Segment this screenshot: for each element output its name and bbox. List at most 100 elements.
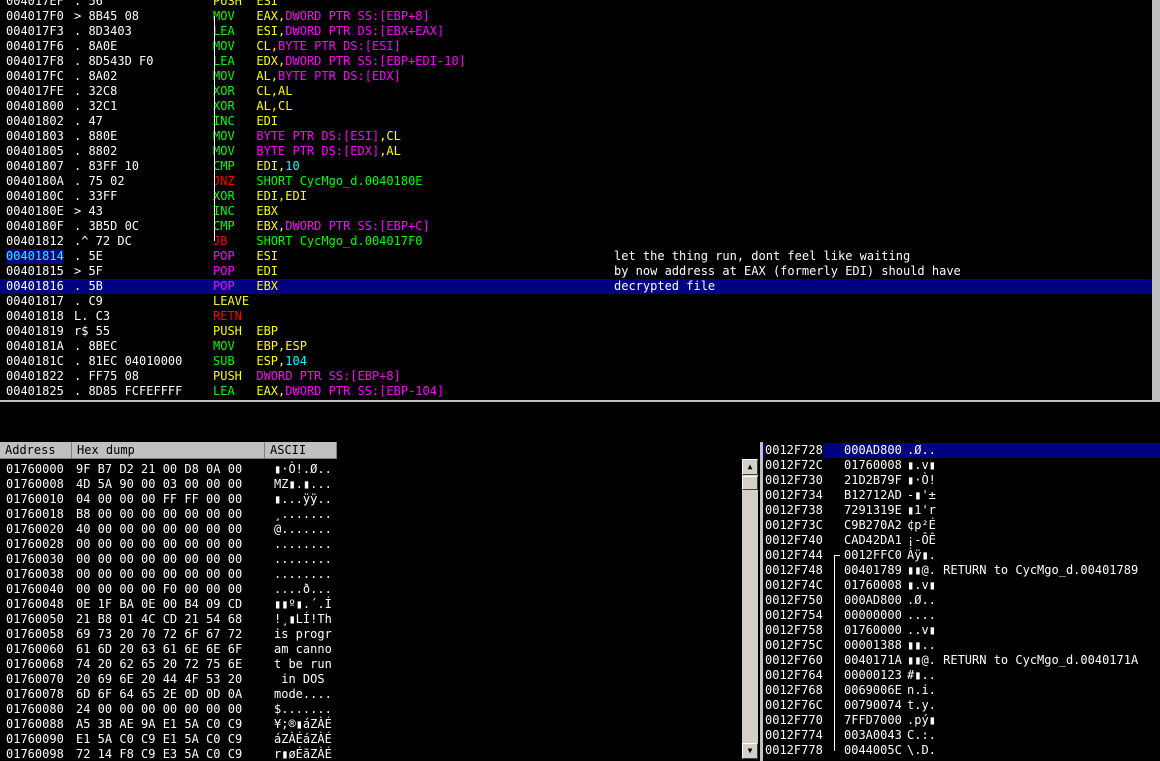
disasm-operands: EBX,DWORD PTR SS:[EBP+C]: [256, 219, 429, 233]
disasm-row[interactable]: 00401817 . C9 LEAVE: [0, 294, 1160, 309]
stack-row[interactable]: 0012F758 01760000 ..v▮: [763, 623, 1160, 638]
disasm-operands: EDI: [256, 264, 278, 278]
disasm-address: 00401825: [6, 384, 64, 398]
dump-address: 01760018: [6, 507, 64, 521]
stack-row[interactable]: 0012F768 0069006E n.i.: [763, 683, 1160, 698]
stack-comment: ..v▮: [907, 623, 936, 637]
dump-address: 01760068: [6, 657, 64, 671]
stack-row[interactable]: 0012F740 CAD42DA1 ¡-ÔÊ: [763, 533, 1160, 548]
disasm-row[interactable]: 004017F0 > 8B45 08 MOV EAX,DWORD PTR SS:[E…: [0, 9, 1160, 24]
cpu-disassembly-pane[interactable]: 004017EF . 56 PUSH ESI 004017F0 > 8B45 08 MOV…: [0, 0, 1160, 400]
dump-ascii: ▮▮º▮.´.Í: [274, 597, 332, 611]
stack-row[interactable]: 0012F730 21D2B79F ▮·Ò!: [763, 473, 1160, 488]
dump-address-header[interactable]: Address: [0, 442, 72, 459]
disasm-mnemonic: CMP: [213, 219, 257, 233]
scroll-down-button[interactable]: ▼: [742, 743, 758, 759]
dump-ascii: ¥;®▮áZÀÉ: [274, 717, 332, 731]
disasm-row[interactable]: 0040181A . 8BEC MOV EBP,ESP: [0, 339, 1160, 354]
stack-value: 000AD800: [844, 443, 902, 457]
stack-row[interactable]: 0012F72C 01760008 ▮.v▮: [763, 458, 1160, 473]
dump-hex: 20 69 6E 20 44 4F 53 20: [76, 672, 243, 686]
disasm-row[interactable]: 00401805 . 8802 MOV BYTE PTR DS:[EDX],AL: [0, 144, 1160, 159]
stack-comment: ▮.v▮: [907, 578, 936, 592]
disasm-instruction: LEA EAX,DWORD PTR SS:[EBP-104]: [213, 384, 444, 399]
disasm-row[interactable]: 004017FC . 8A02 MOV AL,BYTE PTR DS:[EDX]: [0, 69, 1160, 84]
stack-row[interactable]: 0012F754 00000000....: [763, 608, 1160, 623]
stack-row[interactable]: 0012F76C 00790074 t.y.: [763, 698, 1160, 713]
dump-hex: 74 20 62 65 20 72 75 6E: [76, 657, 243, 671]
disasm-row[interactable]: 0040180A . 75 02 JNZ SHORT CycMgo_d.004018…: [0, 174, 1160, 189]
stack-row[interactable]: 0012F744 0012FFC0 Àÿ▮.: [763, 548, 1160, 563]
dump-ascii-header[interactable]: ASCII: [265, 442, 337, 459]
stack-pane[interactable]: 0012F728 000AD800 .Ø.. 0012F72C 01760008 ▮.v▮…: [763, 442, 1160, 761]
stack-comment: ▮▮@. RETURN to CycMgo_d.00401789: [907, 563, 1139, 577]
disasm-mnemonic: MOV: [213, 9, 257, 23]
disasm-row[interactable]: 00401807 . 83FF 10 CMP EDI,10: [0, 159, 1160, 174]
disasm-row[interactable]: 00401822 . FF75 08 PUSH DWORD PTR SS:[EBP+…: [0, 369, 1160, 384]
disasm-row[interactable]: 0040180C . 33FF XOR EDI,EDI: [0, 189, 1160, 204]
dump-ascii: am canno: [274, 642, 332, 656]
memory-dump-pane[interactable]: Address Hex dump ASCII 01760000 9F B7 D2 …: [0, 442, 760, 761]
stack-row[interactable]: 0012F770 7FFD7000 .pý▮: [763, 713, 1160, 728]
disasm-instruction: PUSH DWORD PTR SS:[EBP+8]: [213, 369, 401, 384]
disasm-row[interactable]: 00401814 . 5E POP ESI let the thing run, do…: [0, 249, 1160, 264]
disasm-bytes: . 880E: [74, 129, 118, 143]
stack-row[interactable]: 0012F728 000AD800 .Ø..: [763, 443, 1160, 458]
disasm-bytes: . 8BEC: [74, 339, 118, 353]
stack-address: 0012F744: [765, 548, 823, 562]
disasm-row[interactable]: 00401818 L. C3 RETN: [0, 309, 1160, 324]
dump-scrollbar[interactable]: ▲ ▼: [742, 459, 758, 759]
stack-row[interactable]: 0012F75C 00001388 ▮▮..: [763, 638, 1160, 653]
stack-value: 0012FFC0: [844, 548, 902, 562]
stack-row[interactable]: 0012F738 7291319E ▮1'r: [763, 503, 1160, 518]
stack-row[interactable]: 0012F750 000AD800 .Ø..: [763, 593, 1160, 608]
stack-comment: -▮'±: [907, 488, 936, 502]
stack-row[interactable]: 0012F748 00401789 ▮▮@. RETURN to CycMgo_d.…: [763, 563, 1160, 578]
scroll-up-button[interactable]: ▲: [742, 459, 758, 475]
disasm-row[interactable]: 00401800 . 32C1 XOR AL,CL: [0, 99, 1160, 114]
stack-address: 0012F748: [765, 563, 823, 577]
stack-row[interactable]: 0012F774 003A0043 C.:.: [763, 728, 1160, 743]
disasm-row[interactable]: 00401802 . 47 INC EDI: [0, 114, 1160, 129]
operand-part: ,AL: [379, 144, 401, 158]
disasm-address: 00401802: [6, 114, 64, 128]
disasm-operands: ESI,DWORD PTR DS:[EBX+EAX]: [256, 24, 444, 38]
disasm-row[interactable]: 0040180F . 3B5D 0C CMP EBX,DWORD PTR SS:[E…: [0, 219, 1160, 234]
disasm-row[interactable]: 0040180E > 43 INC EBX: [0, 204, 1160, 219]
disasm-row[interactable]: 00401803 . 880E MOV BYTE PTR DS:[ESI],CL: [0, 129, 1160, 144]
stack-address: 0012F754: [765, 608, 823, 622]
dump-hex-header[interactable]: Hex dump: [72, 442, 265, 459]
disasm-row[interactable]: 004017F8 . 8D543D F0 LEA EDX,DWORD PTR SS:…: [0, 54, 1160, 69]
disasm-row[interactable]: 004017EF . 56 PUSH ESI: [0, 0, 1160, 9]
dump-ascii: is progr: [274, 627, 332, 641]
stack-row[interactable]: 0012F778 0044005C \.D.: [763, 743, 1160, 758]
disasm-row[interactable]: 004017F6 . 8A0E MOV CL,BYTE PTR DS:[ESI]: [0, 39, 1160, 54]
disasm-row[interactable]: 004017F3 . 8D3403 LEA ESI,DWORD PTR DS:[EB…: [0, 24, 1160, 39]
dump-hex: 21 B8 01 4C CD 21 54 68: [76, 612, 243, 626]
dump-address: 01760000: [6, 462, 64, 476]
disasm-address: 00401822: [6, 369, 64, 383]
disasm-row[interactable]: 00401815 > 5F POP EDI by now address at EAX…: [0, 264, 1160, 279]
disasm-mnemonic: PUSH: [213, 369, 257, 383]
disasm-row[interactable]: 00401812 .^ 72 DC JB SHORT CycMgo_d.004017…: [0, 234, 1160, 249]
stack-row[interactable]: 0012F734 B12712AD -▮'±: [763, 488, 1160, 503]
cpu-scrollbar[interactable]: [1152, 0, 1160, 400]
dump-address: 01760040: [6, 582, 64, 596]
stack-row[interactable]: 0012F764 00000123 #▮..: [763, 668, 1160, 683]
disasm-row[interactable]: 00401819 r$ 55 PUSH EBP: [0, 324, 1160, 339]
scroll-thumb[interactable]: [742, 476, 758, 490]
disasm-row[interactable]: 004017FE . 32C8 XOR CL,AL: [0, 84, 1160, 99]
stack-row[interactable]: 0012F73C C9B270A2 ¢p²É: [763, 518, 1160, 533]
disasm-row[interactable]: 00401816 . 5B POP EBX decrypted file: [0, 279, 1160, 294]
operand-part: BYTE PTR DS:[EDX]: [278, 69, 401, 83]
disasm-instruction: MOV EBP,ESP: [213, 339, 307, 354]
disasm-operands: EDI: [256, 114, 278, 128]
stack-row[interactable]: 0012F74C 01760008 ▮.v▮: [763, 578, 1160, 593]
disasm-row[interactable]: 0040181C . 81EC 04010000 SUB ESP,104: [0, 354, 1160, 369]
disasm-row[interactable]: 00401825 . 8D85 FCFEFFFF LEA EAX,DWORD PTR…: [0, 384, 1160, 399]
dump-ascii: ........: [274, 552, 332, 566]
stack-row[interactable]: 0012F760 0040171A ▮▮@. RETURN to CycMgo_d.…: [763, 653, 1160, 668]
disasm-instruction: CMP EBX,DWORD PTR SS:[EBP+C]: [213, 219, 430, 234]
disasm-operands: DWORD PTR SS:[EBP+8]: [256, 369, 401, 383]
disasm-address: 0040180E: [6, 204, 64, 218]
